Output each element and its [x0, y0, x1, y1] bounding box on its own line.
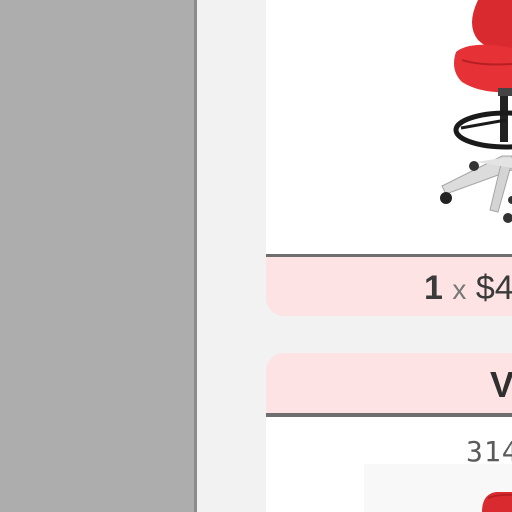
price-bar: 1 x $4 [266, 257, 512, 316]
product-card[interactable]: 1 x $4 [266, 0, 512, 316]
card-title: V [490, 364, 512, 405]
red-chair-icon [482, 492, 512, 512]
card-body: 314 [266, 417, 512, 512]
red-stool-chair-icon [440, 0, 512, 223]
product-image[interactable] [364, 464, 512, 512]
product-card[interactable]: V 314 [266, 353, 512, 512]
sidebar-panel [0, 0, 194, 512]
price-amount: $4 [475, 269, 512, 307]
card-header: V [266, 353, 512, 413]
times-symbol: x [452, 274, 467, 305]
price-line: 1 x $4 [424, 269, 512, 308]
product-image[interactable] [266, 0, 512, 254]
quantity-value: 1 [424, 269, 443, 307]
